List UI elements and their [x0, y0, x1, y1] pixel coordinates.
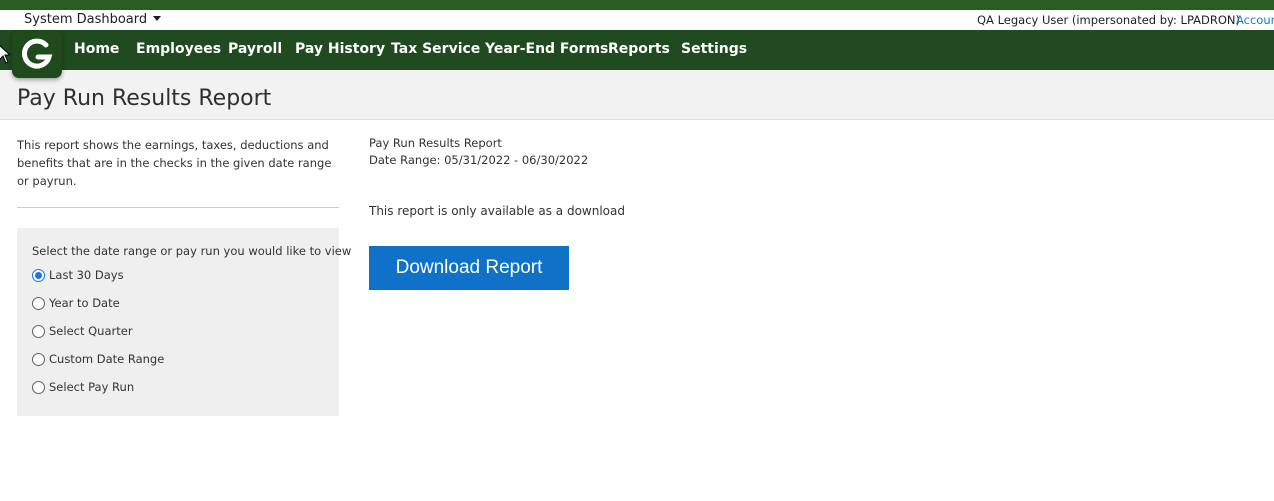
option-last-30-days[interactable]: Last 30 Days: [32, 266, 124, 284]
radio-button[interactable]: [32, 380, 45, 394]
system-dashboard-label: System Dashboard: [24, 12, 148, 27]
option-label: Year to Date: [49, 296, 120, 310]
option-select-pay-run[interactable]: Select Pay Run: [32, 378, 134, 396]
nav-payroll[interactable]: Payroll: [228, 41, 282, 57]
account-link[interactable]: Accour: [1236, 13, 1274, 27]
sidebar-divider: [17, 207, 339, 208]
download-report-button[interactable]: Download Report: [369, 246, 569, 290]
impersonation-user-info: QA Legacy User (impersonated by: LPADRON…: [977, 13, 1241, 27]
page-title: Pay Run Results Report: [17, 86, 272, 111]
option-custom-date-range[interactable]: Custom Date Range: [32, 350, 164, 368]
nav-home[interactable]: Home: [74, 41, 119, 57]
date-range-prompt: Select the date range or pay run you wou…: [32, 244, 352, 258]
caret-down-icon: [153, 16, 162, 21]
option-label: Last 30 Days: [49, 268, 124, 282]
download-only-note: This report is only available as a downl…: [369, 204, 625, 218]
brand-logo[interactable]: [12, 30, 62, 78]
nav-reports[interactable]: Reports: [608, 41, 670, 57]
radio-button[interactable]: [32, 296, 45, 310]
option-label: Custom Date Range: [49, 352, 165, 366]
radio-button[interactable]: [32, 324, 45, 338]
radio-button[interactable]: [32, 268, 45, 282]
mouse-pointer-icon: [0, 45, 10, 64]
nav-settings[interactable]: Settings: [681, 41, 747, 57]
option-label: Select Quarter: [49, 324, 133, 338]
nav-pay-history[interactable]: Pay History: [295, 41, 385, 57]
nav-tax-service[interactable]: Tax Service: [391, 41, 480, 57]
option-label: Select Pay Run: [49, 380, 135, 394]
option-year-to-date[interactable]: Year to Date: [32, 294, 120, 312]
nav-year-end-forms[interactable]: Year-End Forms: [485, 41, 608, 57]
system-dashboard-dropdown[interactable]: System Dashboard: [24, 12, 162, 27]
report-name: Pay Run Results Report: [369, 136, 502, 150]
report-description: This report shows the earnings, taxes, d…: [17, 138, 332, 188]
option-select-quarter[interactable]: Select Quarter: [32, 322, 133, 340]
nav-employees[interactable]: Employees: [136, 41, 221, 57]
report-date-range: Date Range: 05/31/2022 - 06/30/2022: [369, 153, 589, 167]
radio-button[interactable]: [32, 352, 45, 366]
utility-bar: System Dashboard QA Legacy User (imperso…: [0, 10, 1274, 30]
g-logo-icon: [22, 38, 53, 69]
top-accent-strip: [0, 0, 1274, 10]
